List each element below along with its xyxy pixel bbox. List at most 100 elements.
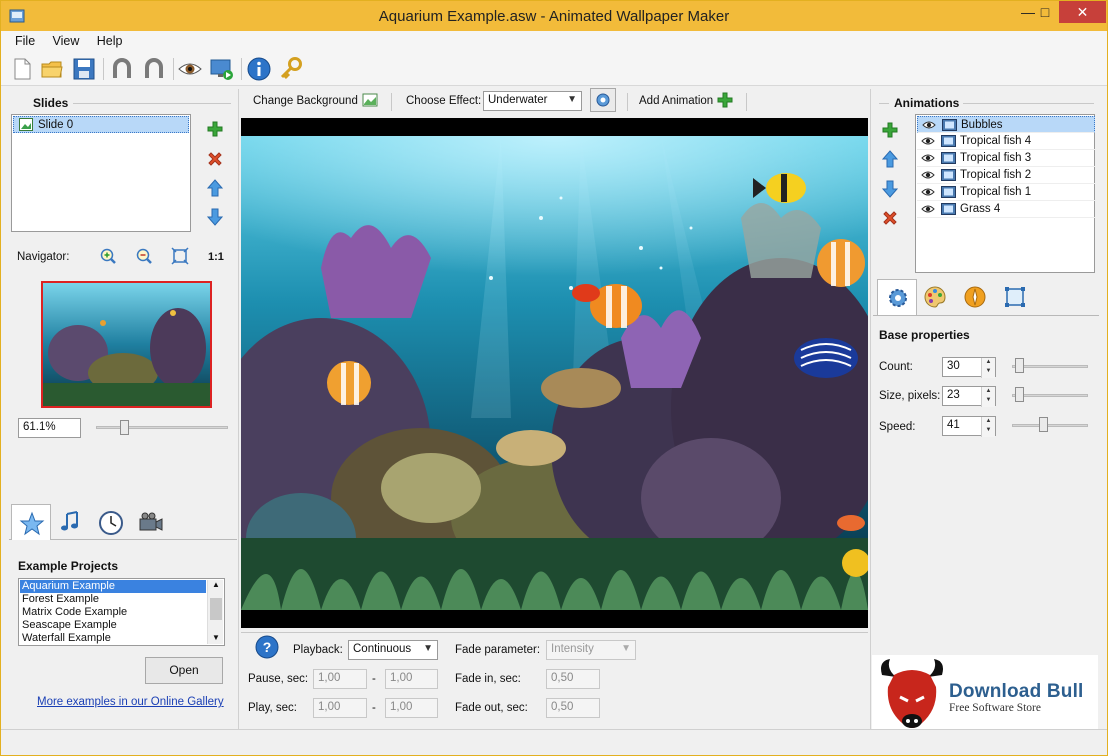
play-to-input[interactable]: 1,00 xyxy=(385,698,438,718)
visibility-eye-icon[interactable] xyxy=(921,136,935,146)
fit-to-window-icon[interactable] xyxy=(171,247,189,265)
help-icon[interactable]: ? xyxy=(255,635,279,659)
playback-select[interactable]: Continuous ▼ xyxy=(348,640,438,660)
visibility-eye-icon[interactable] xyxy=(922,120,936,130)
fade-parameter-select[interactable]: Intensity ▼ xyxy=(546,640,636,660)
animation-item[interactable]: Grass 4 xyxy=(917,201,1095,218)
pause-to-input[interactable]: 1,00 xyxy=(385,669,438,689)
count-spinner[interactable]: 30 ▲ ▼ xyxy=(942,357,996,378)
list-item[interactable]: Forest Example xyxy=(22,593,99,606)
delete-slide-icon[interactable] xyxy=(206,150,224,168)
animation-item[interactable]: Tropical fish 3 xyxy=(917,150,1095,167)
menu-file[interactable]: File xyxy=(1,31,42,48)
wallpaper-canvas[interactable] xyxy=(241,118,868,628)
tab-music[interactable] xyxy=(51,504,91,540)
navigator-thumbnail[interactable] xyxy=(41,281,212,408)
size-slider-thumb[interactable] xyxy=(1015,387,1024,402)
slides-list[interactable]: Slide 0 xyxy=(11,114,191,232)
play-from-input[interactable]: 1,00 xyxy=(313,698,367,718)
animation-item[interactable]: Bubbles xyxy=(917,116,1095,133)
toolbar-separator xyxy=(173,58,174,80)
speed-slider-thumb[interactable] xyxy=(1039,417,1048,432)
visibility-eye-icon[interactable] xyxy=(921,170,935,180)
move-slide-down-icon[interactable] xyxy=(206,208,224,226)
list-item[interactable]: Waterfall Example xyxy=(22,632,111,645)
zoom-out-icon[interactable] xyxy=(135,247,153,265)
film-icon xyxy=(941,203,956,215)
tab-schedule[interactable] xyxy=(91,504,131,540)
main-toolbar xyxy=(1,52,1107,86)
scroll-up-arrow-icon[interactable]: ▲ xyxy=(208,580,224,591)
key-icon[interactable] xyxy=(278,56,304,82)
visibility-eye-icon[interactable] xyxy=(921,204,935,214)
spinner-arrows-icon[interactable]: ▲ ▼ xyxy=(981,358,995,378)
add-animation-item-icon[interactable] xyxy=(881,121,899,139)
panel-divider xyxy=(870,89,871,729)
speed-spinner[interactable]: 41 ▲ ▼ xyxy=(942,416,996,437)
new-file-icon[interactable] xyxy=(9,56,35,82)
open-example-button[interactable]: Open xyxy=(145,657,223,684)
slide-item[interactable]: Slide 0 xyxy=(13,116,189,133)
pause-from-input[interactable]: 1,00 xyxy=(313,669,367,689)
move-slide-up-icon[interactable] xyxy=(206,179,224,197)
example-projects-list[interactable]: Aquarium Example Forest Example Matrix C… xyxy=(18,578,225,646)
animation-item[interactable]: Tropical fish 4 xyxy=(917,133,1095,150)
scrollbar-thumb[interactable] xyxy=(210,598,222,620)
svg-text:?: ? xyxy=(263,639,272,655)
list-item[interactable]: Aquarium Example xyxy=(20,580,206,593)
divider xyxy=(73,103,231,104)
preview-eye-icon[interactable] xyxy=(177,56,203,82)
close-button[interactable]: ✕ xyxy=(1059,1,1106,23)
open-folder-icon[interactable] xyxy=(39,56,65,82)
save-icon[interactable] xyxy=(71,56,97,82)
change-background-label[interactable]: Change Background xyxy=(253,95,358,107)
tab-base-properties[interactable] xyxy=(877,279,917,315)
menu-view[interactable]: View xyxy=(46,31,87,48)
tab-video[interactable] xyxy=(131,504,171,540)
redo-icon[interactable] xyxy=(141,56,167,82)
fade-in-input[interactable]: 0,50 xyxy=(546,669,600,689)
fade-out-input[interactable]: 0,50 xyxy=(546,698,600,718)
speed-slider-track[interactable] xyxy=(1012,424,1088,427)
effect-select[interactable]: Underwater ▼ xyxy=(483,91,582,111)
spinner-arrows-icon[interactable]: ▲ ▼ xyxy=(981,417,995,437)
chevron-down-icon: ▼ xyxy=(423,643,433,654)
animation-item[interactable]: Tropical fish 1 xyxy=(917,184,1095,201)
effect-settings-icon[interactable] xyxy=(590,88,616,112)
spinner-arrows-icon[interactable]: ▲ ▼ xyxy=(981,387,995,407)
undo-icon[interactable] xyxy=(109,56,135,82)
animation-item[interactable]: Tropical fish 2 xyxy=(917,167,1095,184)
menu-help[interactable]: Help xyxy=(90,31,130,48)
online-gallery-link[interactable]: More examples in our Online Gallery xyxy=(37,696,224,708)
move-animation-up-icon[interactable] xyxy=(881,150,899,168)
tab-motion[interactable] xyxy=(955,279,995,315)
set-wallpaper-icon[interactable] xyxy=(209,56,235,82)
info-icon[interactable] xyxy=(246,56,272,82)
move-animation-down-icon[interactable] xyxy=(881,180,899,198)
add-animation-icon[interactable] xyxy=(716,91,734,109)
zoom-one-to-one-button[interactable]: 1:1 xyxy=(208,251,224,263)
add-slide-icon[interactable] xyxy=(206,120,224,138)
animations-list[interactable]: Bubbles Tropical fish 4 Tropical fish 3 … xyxy=(915,114,1095,273)
scroll-down-arrow-icon[interactable]: ▼ xyxy=(208,633,224,644)
count-slider-thumb[interactable] xyxy=(1015,358,1024,373)
slides-heading: Slides xyxy=(33,96,69,110)
add-animation-label[interactable]: Add Animation xyxy=(639,95,713,107)
change-background-icon[interactable] xyxy=(361,91,379,109)
zoom-slider-track[interactable] xyxy=(96,426,228,429)
delete-animation-icon[interactable] xyxy=(881,209,899,227)
visibility-eye-icon[interactable] xyxy=(921,153,935,163)
tab-area[interactable] xyxy=(995,279,1035,315)
list-item[interactable]: Seascape Example xyxy=(22,619,117,632)
title-bar: Aquarium Example.asw - Animated Wallpape… xyxy=(1,1,1107,31)
tab-color[interactable] xyxy=(915,279,955,315)
tab-examples[interactable] xyxy=(11,504,51,540)
list-item[interactable]: Matrix Code Example xyxy=(22,606,127,619)
list-scrollbar[interactable]: ▲ ▼ xyxy=(207,580,223,644)
size-spinner[interactable]: 23 ▲ ▼ xyxy=(942,386,996,407)
zoom-slider-thumb[interactable] xyxy=(120,420,129,435)
zoom-in-icon[interactable] xyxy=(99,247,117,265)
zoom-percent-input[interactable]: 61.1% xyxy=(18,418,81,438)
maximize-button[interactable]: □ xyxy=(1031,1,1059,23)
visibility-eye-icon[interactable] xyxy=(921,187,935,197)
